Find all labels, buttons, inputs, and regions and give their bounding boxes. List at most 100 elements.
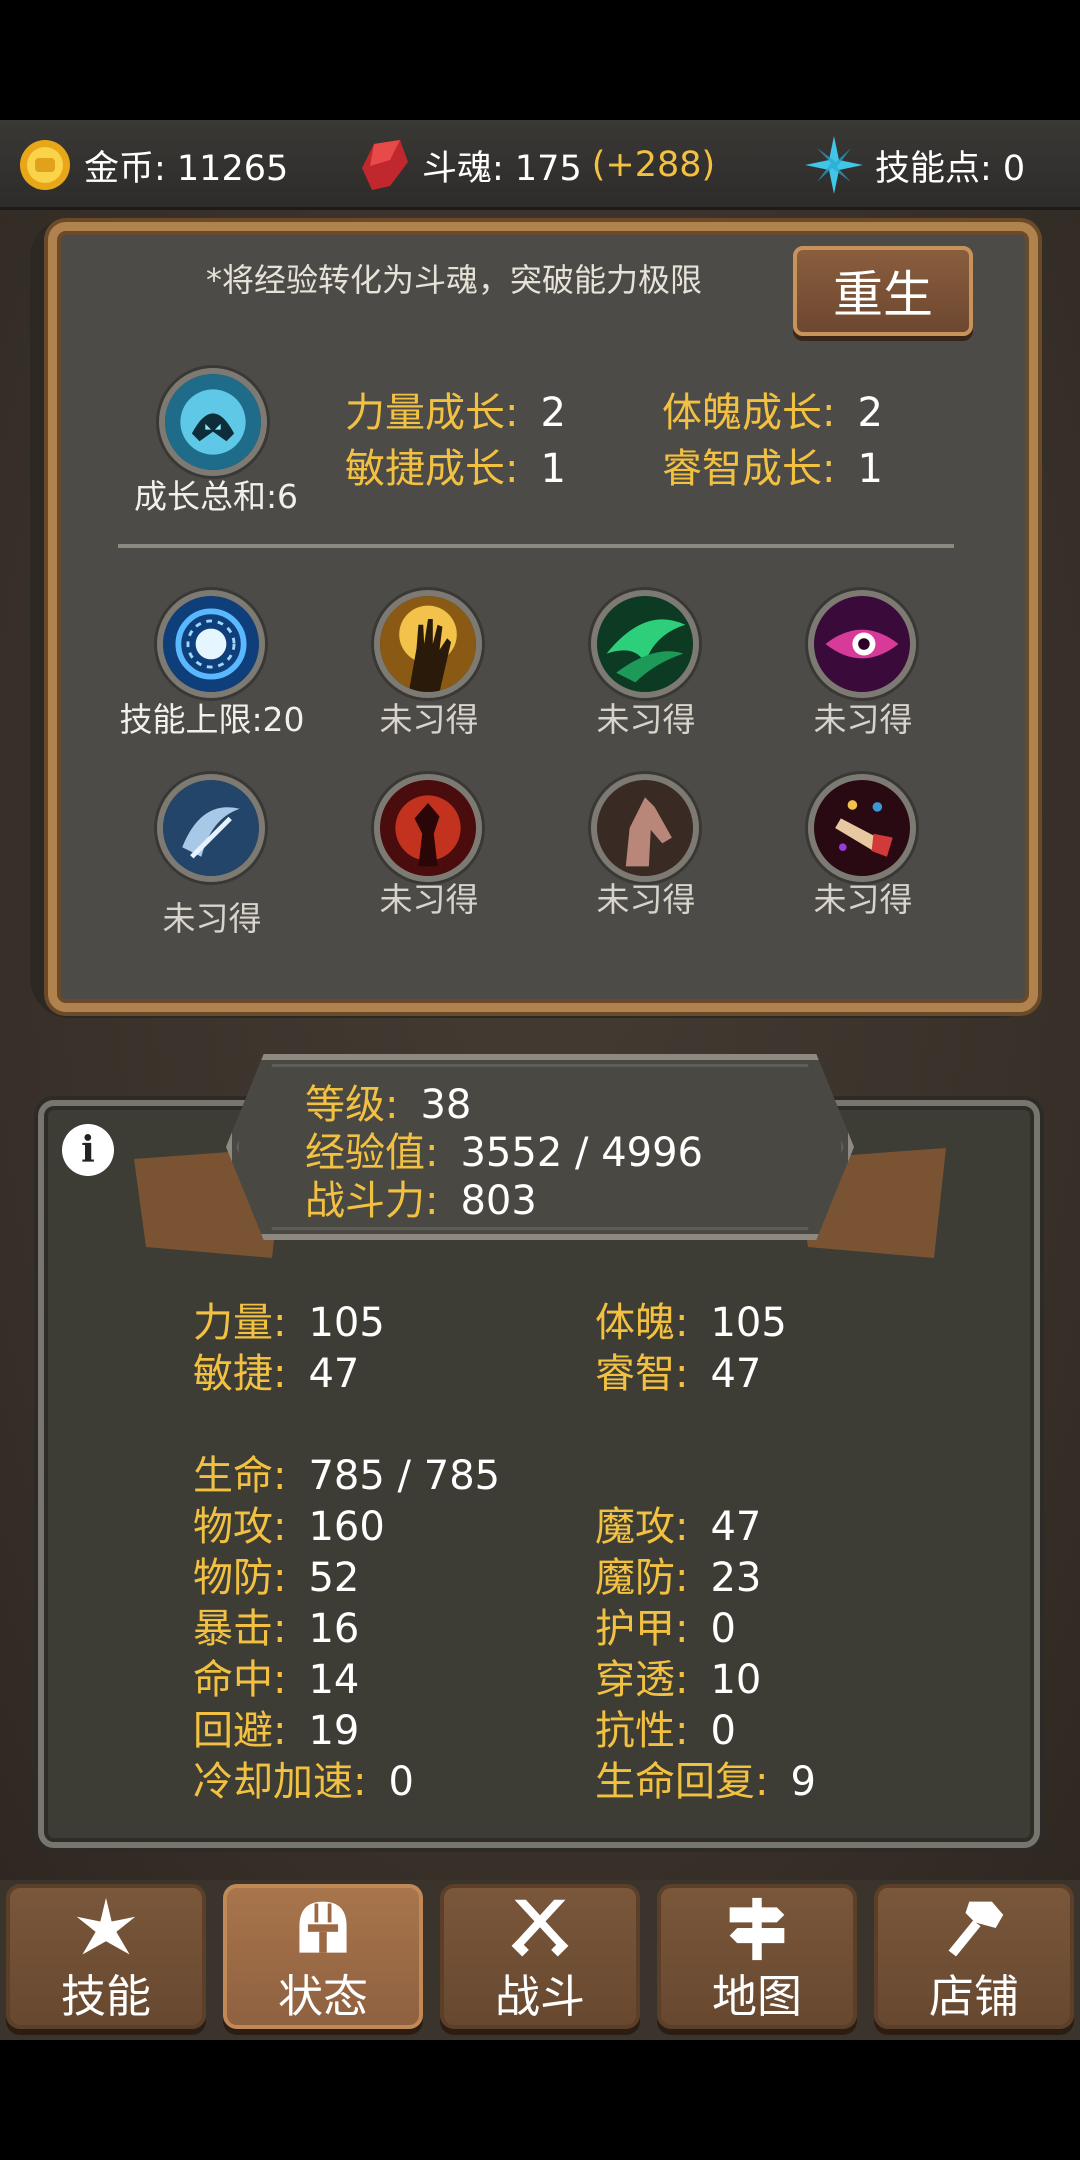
stat-value: 105 <box>710 1300 787 1346</box>
stat-crit: 暴击: 16 <box>193 1596 359 1654</box>
growth-strength: 力量成长: 2 <box>345 380 566 438</box>
skill-slot-5-label: 未习得 <box>379 880 479 919</box>
horse-head-icon[interactable] <box>591 774 699 882</box>
growth-physique-value: 2 <box>857 390 883 436</box>
stat-value: 160 <box>308 1504 385 1550</box>
signpost-icon <box>729 1897 785 1961</box>
stat-mag-def: 魔防: 23 <box>595 1545 761 1603</box>
stat-value: 10 <box>710 1657 762 1703</box>
stat-label: 睿智: <box>595 1351 689 1397</box>
stat-label: 生命回复: <box>595 1759 769 1805</box>
nav-battle-label: 战斗 <box>494 1970 585 2023</box>
skill-points-amount: 技能点: 0 <box>875 148 1026 189</box>
stat-value: 0 <box>710 1708 736 1754</box>
blue-star-icon <box>805 136 863 194</box>
growth-agility-value: 1 <box>540 446 566 492</box>
stat-value: 23 <box>710 1555 762 1601</box>
stat-resistance: 抗性: 0 <box>595 1698 736 1756</box>
rebirth-button[interactable]: 重生 <box>793 246 973 336</box>
stat-label: 命中: <box>193 1657 287 1703</box>
growth-wisdom-value: 1 <box>857 446 883 492</box>
stat-label: 魔攻: <box>595 1504 689 1550</box>
gold-display: 金币: 11265 <box>18 120 288 210</box>
gold-coin-icon <box>20 140 70 190</box>
stat-label: 暴击: <box>193 1606 287 1652</box>
stat-value: 16 <box>308 1606 360 1652</box>
stat-value: 105 <box>308 1300 385 1346</box>
skill-slot-4-label: 未习得 <box>162 899 262 938</box>
stat-armor: 护甲: 0 <box>595 1596 736 1654</box>
stat-cdr: 冷却加速: 0 <box>193 1749 414 1807</box>
nav-shop[interactable]: 店铺 <box>874 1884 1074 2029</box>
stat-penetration: 穿透: 10 <box>595 1647 761 1705</box>
stat-label: 抗性: <box>595 1708 689 1754</box>
stat-phys-def: 物防: 52 <box>193 1545 359 1603</box>
growth-physique-label: 体魄成长: <box>662 390 836 436</box>
stat-label: 护甲: <box>595 1606 689 1652</box>
nav-map[interactable]: 地图 <box>657 1884 857 2029</box>
stat-value: 0 <box>710 1606 736 1652</box>
stat-label: 物攻: <box>193 1504 287 1550</box>
nav-battle[interactable]: 战斗 <box>440 1884 640 2029</box>
stat-label: 体魄: <box>595 1300 689 1346</box>
stat-agility: 敏捷: 47 <box>193 1341 359 1399</box>
stat-label: 回避: <box>193 1708 287 1754</box>
stat-physique: 体魄: 105 <box>595 1290 787 1348</box>
nav-status[interactable]: 状态 <box>223 1884 423 2029</box>
gold-amount: 金币: 11265 <box>84 148 289 189</box>
stat-strength: 力量: 105 <box>193 1290 385 1348</box>
stat-label: 穿透: <box>595 1657 689 1703</box>
growth-physique: 体魄成长: 2 <box>662 380 883 438</box>
power-label: 战斗力: <box>305 1178 439 1224</box>
resource-bar: 金币: 11265 斗魂: 175 (+288) 技能点: 0 <box>0 120 1080 210</box>
crossed-swords-icon <box>511 1899 569 1957</box>
stat-value: 52 <box>308 1555 360 1601</box>
soul-display: 斗魂: 175 (+288) <box>360 120 715 210</box>
skill-limit-label: 技能上限:20 <box>119 700 305 739</box>
soul-bonus: (+288) <box>591 145 716 185</box>
growth-total-icon[interactable] <box>159 368 267 476</box>
rebirth-hint: *将经验转化为斗魂，突破能力极限 <box>206 261 703 299</box>
stat-label: 敏捷: <box>193 1351 287 1397</box>
stat-hp: 生命: 785 / 785 <box>193 1443 500 1501</box>
nav-status-label: 状态 <box>277 1970 368 2023</box>
growth-agility-label: 敏捷成长: <box>345 446 519 492</box>
stat-mag-atk: 魔攻: 47 <box>595 1494 761 1552</box>
stat-value: 47 <box>308 1351 360 1397</box>
skill-points-display: 技能点: 0 <box>805 120 1025 210</box>
info-icon[interactable]: i <box>62 1124 114 1176</box>
fire-warrior-icon[interactable] <box>374 774 482 882</box>
system-nav-area <box>0 2040 1080 2160</box>
growth-wisdom: 睿智成长: 1 <box>662 436 883 494</box>
power-value: 803 <box>460 1178 537 1224</box>
nav-skills-label: 技能 <box>60 1970 151 2023</box>
purple-eye-icon[interactable] <box>808 590 916 698</box>
stat-wisdom: 睿智: 47 <box>595 1341 761 1399</box>
sparkle-icon <box>76 1897 136 1955</box>
hammer-icon <box>948 1901 1004 1957</box>
growth-total-label: 成长总和:6 <box>133 477 299 516</box>
stat-label: 物防: <box>193 1555 287 1601</box>
growth-agility: 敏捷成长: 1 <box>345 436 566 494</box>
stat-hit: 命中: 14 <box>193 1647 359 1705</box>
panel-divider <box>118 544 954 548</box>
skill-limit-icon[interactable] <box>157 590 265 698</box>
growth-strength-label: 力量成长: <box>345 390 519 436</box>
blue-slash-icon[interactable] <box>157 774 265 882</box>
red-crystal-icon <box>362 140 408 190</box>
helmet-icon <box>299 1901 347 1953</box>
green-wind-icon[interactable] <box>591 590 699 698</box>
stat-label: 魔防: <box>595 1555 689 1601</box>
stat-label: 生命: <box>193 1453 287 1499</box>
stat-label: 力量: <box>193 1300 287 1346</box>
nav-map-label: 地图 <box>711 1970 802 2023</box>
skill-slot-7-label: 未习得 <box>813 880 913 919</box>
skill-slot-3-label: 未习得 <box>813 700 913 739</box>
nav-skills[interactable]: 技能 <box>6 1884 206 2029</box>
stat-value: 0 <box>388 1759 414 1805</box>
hand-light-icon[interactable] <box>374 590 482 698</box>
stat-value: 19 <box>308 1708 360 1754</box>
horn-blast-icon[interactable] <box>808 774 916 882</box>
nav-shop-label: 店铺 <box>928 1970 1019 2023</box>
skill-slot-2-label: 未习得 <box>596 700 696 739</box>
